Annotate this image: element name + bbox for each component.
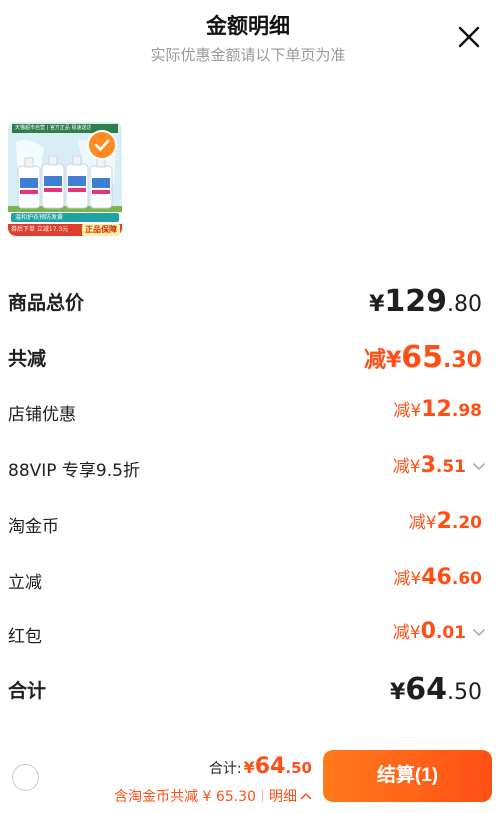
row-amount: 减¥ 12 .98 [393, 396, 482, 422]
row-instant-discount: 立减 减¥ 46 .60 [0, 560, 496, 600]
amount-decimal: .80 [447, 292, 482, 317]
detail-toggle[interactable]: 明细 [269, 786, 312, 806]
row-label: 共减 [8, 348, 47, 370]
amount-integer: 129 [384, 284, 447, 319]
amount-prefix: 减¥ [408, 513, 437, 533]
row-amount: 减¥ 65 .30 [364, 340, 482, 375]
row-label: 淘金币 [8, 517, 59, 537]
chevron-down-icon[interactable] [472, 628, 486, 638]
row-amount: ¥ 64 .50 [390, 672, 482, 707]
chevron-up-icon [300, 793, 312, 800]
amount-prefix: ¥ [389, 680, 406, 705]
checkout-bar: 合计: ¥ 64 .50 含淘金币共减 ¥ 65.30 明细 结算(1) [0, 740, 496, 813]
footer-total-yen: ¥ [243, 758, 255, 777]
row-vip-discount[interactable]: 88VIP 专享9.5折 减¥ 3 .51 [0, 448, 496, 488]
amount-decimal: .20 [451, 513, 482, 533]
thumb-guarantee-badge: 正品保障 [82, 224, 120, 236]
row-amount: 减¥ 0 .01 [393, 618, 466, 644]
chevron-down-icon[interactable] [472, 462, 486, 472]
footer-saving: 含淘金币共减 ¥ 65.30 明细 [114, 786, 312, 806]
row-total-discount: 共减 减¥ 65 .30 [0, 336, 496, 376]
row-amount: ¥ 129 .80 [369, 284, 482, 319]
saving-text: 含淘金币共减 ¥ 65.30 [114, 789, 256, 805]
amount-decimal: .98 [451, 401, 482, 421]
close-icon[interactable] [456, 24, 482, 50]
amount-prefix: 减¥ [393, 569, 422, 589]
row-label: 红包 [8, 627, 42, 647]
row-label: 立减 [8, 573, 42, 593]
product-thumbnail[interactable]: 天猫超市自营 | 官方正品 极速送达 温和护衣预防发黄 券后下单 立减17.3元… [8, 122, 122, 236]
thumb-caption: 温和护衣预防发黄 [11, 213, 119, 222]
amount-decimal: .01 [435, 623, 466, 643]
row-label: 88VIP 专享9.5折 [8, 461, 140, 481]
row-label: 商品总价 [8, 292, 85, 314]
row-taojinbi: 淘金币 减¥ 2 .20 [0, 504, 496, 544]
amount-integer: 2 [436, 509, 452, 534]
amount-prefix: 减¥ [392, 457, 421, 477]
divider [262, 790, 263, 802]
checkout-button[interactable]: 结算(1) [323, 750, 492, 802]
amount-prefix: ¥ [369, 292, 385, 317]
footer-total-decimal: .50 [285, 759, 312, 777]
row-subtotal: 商品总价 ¥ 129 .80 [0, 280, 496, 320]
thumb-promo-area: 温和护衣预防发黄 券后下单 立减17.3元 正品保障 [8, 212, 122, 236]
amount-integer: 0 [420, 619, 436, 644]
amount-decimal: .30 [443, 348, 482, 373]
sheet-header: 金额明细 实际优惠金额请以下单页为准 [0, 0, 496, 80]
amount-prefix: 减¥ [363, 348, 402, 373]
amount-integer: 46 [421, 565, 452, 590]
amount-decimal: .60 [451, 569, 482, 589]
row-amount: 减¥ 46 .60 [393, 564, 482, 590]
page-subtitle: 实际优惠金额请以下单页为准 [150, 46, 346, 64]
amount-integer: 3 [420, 453, 436, 478]
row-store-discount: 店铺优惠 减¥ 12 .98 [0, 392, 496, 432]
row-grand-total: 合计 ¥ 64 .50 [0, 668, 496, 708]
footer-total: 合计: ¥ 64 .50 [209, 754, 312, 779]
row-amount: 减¥ 3 .51 [393, 452, 466, 478]
amount-prefix: 减¥ [392, 623, 421, 643]
amount-integer: 12 [421, 397, 452, 422]
amount-integer: 64 [405, 672, 447, 707]
footer-total-label: 合计: [208, 761, 242, 777]
page-title: 金额明细 [206, 14, 290, 38]
row-amount: 减¥ 2 .20 [409, 508, 482, 534]
detail-label: 明细 [269, 789, 297, 805]
check-icon[interactable] [87, 130, 117, 160]
select-all-radio[interactable] [12, 764, 39, 791]
row-label: 合计 [8, 680, 47, 702]
row-label: 店铺优惠 [8, 405, 76, 425]
amount-integer: 65 [401, 340, 444, 375]
footer-total-integer: 64 [254, 754, 286, 779]
row-red-packet[interactable]: 红包 减¥ 0 .01 [0, 614, 496, 654]
amount-decimal: .51 [435, 457, 466, 477]
amount-prefix: 减¥ [393, 401, 422, 421]
amount-decimal: .50 [447, 680, 482, 705]
